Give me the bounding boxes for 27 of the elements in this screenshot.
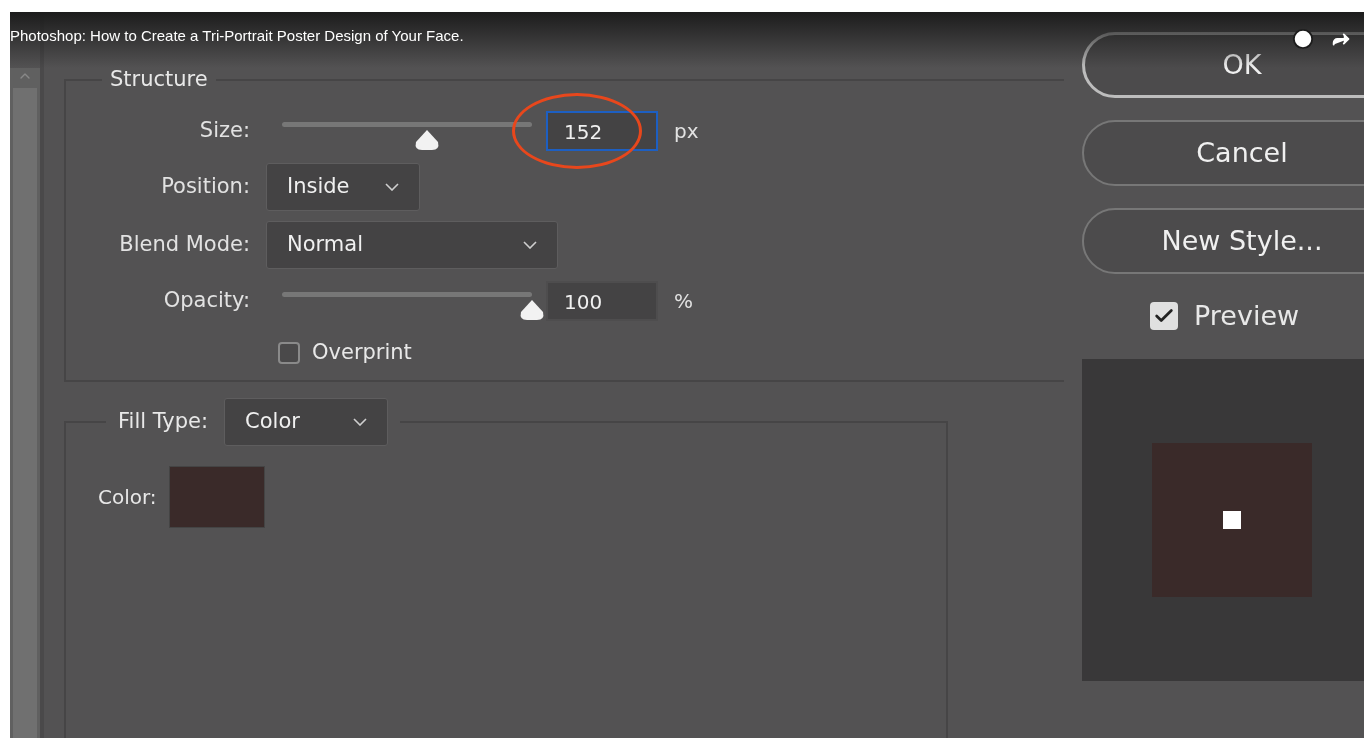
color-swatch[interactable] xyxy=(168,466,265,528)
field-label: Blend Mode: xyxy=(118,230,251,258)
checkbox-label: Overprint xyxy=(312,338,412,366)
video-title: Photoshop: How to Create a Tri-Portrait Poster Design of Your Face. xyxy=(10,28,464,43)
chevron-icon xyxy=(385,182,399,191)
dialog-button[interactable]: OK xyxy=(1082,32,1364,98)
checkbox[interactable] xyxy=(1150,302,1178,331)
number-field[interactable]: 100 xyxy=(546,280,658,321)
field-label: Opacity: xyxy=(162,286,251,314)
unit-label: px xyxy=(674,117,699,145)
dropdown[interactable]: Inside xyxy=(266,162,420,211)
dialog-button[interactable]: New Style... xyxy=(1082,208,1364,274)
field-label: Size: xyxy=(198,116,251,144)
field-label: Position: xyxy=(160,172,251,200)
chevron-icon xyxy=(523,240,537,249)
unit-label: % xyxy=(674,287,693,315)
group-title: Structure xyxy=(109,66,209,93)
number-field[interactable]: 152 xyxy=(546,110,658,151)
scrollbar[interactable] xyxy=(10,68,40,738)
field-label: Fill Type: xyxy=(118,408,209,436)
dropdown[interactable]: Color xyxy=(224,398,389,446)
checkbox[interactable] xyxy=(278,341,300,364)
checkbox-label: Preview xyxy=(1194,299,1300,333)
dialog-button[interactable]: Cancel xyxy=(1082,120,1364,186)
chevron-icon xyxy=(353,418,368,426)
field-label: Color: xyxy=(98,484,157,511)
dropdown[interactable]: Normal xyxy=(266,220,558,269)
